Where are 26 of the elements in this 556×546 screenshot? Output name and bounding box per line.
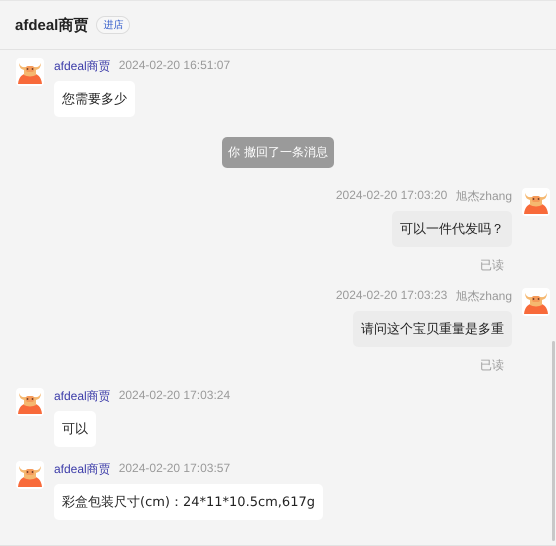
sender-name: 旭杰zhang (455, 188, 512, 205)
avatar-icon (16, 58, 44, 86)
message-bubble: 可以 (54, 411, 96, 447)
sender-name: afdeal商贾 (54, 58, 111, 75)
message-time: 2024-02-20 17:03:57 (118, 461, 230, 477)
scrollbar[interactable] (552, 341, 555, 541)
avatar-icon (522, 188, 550, 216)
sender-name: afdeal商贾 (54, 461, 111, 478)
recall-notice: 你 撤回了一条消息 (222, 137, 334, 168)
sender-name: afdeal商贾 (54, 388, 111, 405)
avatar-icon (522, 288, 550, 316)
message-time: 2024-02-20 17:03:23 (336, 288, 448, 304)
read-status: 已读 (480, 357, 504, 374)
message-time: 2024-02-20 17:03:24 (118, 388, 230, 404)
avatar-icon (16, 388, 44, 416)
message-bubble: 彩盒包装尺寸(cm)：24*11*10.5cm,617g (54, 484, 323, 520)
message-bubble: 请问这个宝贝重量是多重 (353, 311, 512, 347)
visit-store-button[interactable]: 进店 (96, 16, 130, 34)
message-bubble: 可以一件代发吗？ (392, 211, 512, 247)
avatar-icon (16, 461, 44, 489)
read-status: 已读 (480, 257, 504, 274)
sender-name: 旭杰zhang (455, 288, 512, 305)
message-time: 2024-02-20 17:03:20 (336, 188, 448, 204)
chat-title: afdeal商贾 (15, 16, 88, 34)
message-bubble: 您需要多少 (54, 81, 135, 117)
message-time: 2024-02-20 16:51:07 (118, 58, 230, 74)
